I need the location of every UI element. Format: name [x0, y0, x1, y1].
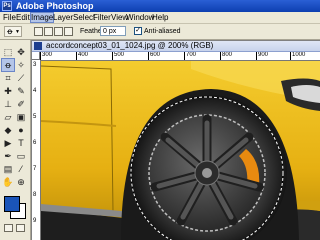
ruler-label: 9 [33, 218, 37, 224]
anti-aliased-label: Anti-aliased [144, 28, 181, 35]
lasso-tool-icon[interactable]: ꝋ [1, 58, 15, 72]
foreground-color-swatch[interactable] [4, 196, 20, 212]
menu-edit[interactable]: Edit [16, 12, 30, 23]
marquee-tool-icon[interactable]: ⬚ [2, 46, 14, 58]
menu-bar: File Edit Image Layer Select Filter View… [0, 12, 320, 24]
menu-window[interactable]: Window [126, 12, 154, 23]
eraser-tool-icon[interactable]: ▱ [2, 111, 14, 123]
options-bar: ꝋ ▼ Feather: 0 px ✓ Anti-aliased [0, 24, 320, 40]
healing-brush-tool-icon[interactable]: ✚ [2, 85, 14, 97]
vertical-ruler[interactable]: 3 4 5 6 7 8 9 [32, 60, 41, 240]
hand-tool-icon[interactable]: ✋ [2, 176, 14, 188]
feather-input[interactable]: 0 px [100, 26, 126, 36]
intersect-selection-button[interactable] [64, 27, 73, 36]
app-title: Adobe Photoshop [16, 1, 94, 11]
ruler-label: 1000 [292, 52, 306, 58]
notes-tool-icon[interactable]: ▤ [2, 163, 14, 175]
ruler-label: 600 [150, 52, 161, 58]
window-titlebar: Ps Adobe Photoshop [0, 0, 320, 12]
document-title: accordconcept03_01_1024.jpg @ 200% (RGB) [46, 41, 214, 50]
ruler-label: 8 [33, 192, 37, 198]
slice-tool-icon[interactable]: ⟋ [15, 72, 27, 84]
type-tool-icon[interactable]: T [15, 137, 27, 149]
brush-tool-icon[interactable]: ✎ [15, 85, 27, 97]
eyedropper-tool-icon[interactable]: ⁄ [15, 163, 27, 175]
ruler-label: 500 [114, 52, 125, 58]
move-tool-icon[interactable]: ✥ [15, 46, 27, 58]
ruler-label: 700 [186, 52, 197, 58]
chevron-down-icon: ▼ [15, 29, 20, 35]
clone-stamp-tool-icon[interactable]: ⊥ [2, 98, 14, 110]
shape-tool-icon[interactable]: ▭ [15, 150, 27, 162]
document-icon [34, 42, 42, 50]
quick-mask-button[interactable] [16, 224, 25, 232]
blur-tool-icon[interactable]: ◆ [2, 124, 14, 136]
menu-help[interactable]: Help [152, 12, 168, 23]
ruler-origin[interactable] [32, 52, 40, 60]
anti-aliased-checkbox[interactable]: ✓ [134, 27, 142, 35]
horizontal-ruler[interactable]: 300 400 500 600 700 800 900 1000 [40, 52, 320, 61]
toolbox: ⬚ ✥ ꝋ ✧ ⌗ ⟋ ✚ ✎ ⊥ ✐ ▱ ▣ ◆ ● ▶ T ✒ ▭ ▤ ⁄ … [0, 40, 31, 240]
ruler-label: 800 [222, 52, 233, 58]
zoom-tool-icon[interactable]: ⊕ [15, 176, 27, 188]
standard-mode-button[interactable] [4, 224, 13, 232]
ruler-label: 400 [78, 52, 89, 58]
dodge-tool-icon[interactable]: ● [15, 124, 27, 136]
menu-layer[interactable]: Layer [53, 12, 73, 23]
ruler-label: 4 [33, 88, 37, 94]
menu-image[interactable]: Image [30, 12, 55, 23]
lasso-icon: ꝋ [7, 27, 13, 36]
ruler-label: 900 [258, 52, 269, 58]
tool-preset-picker[interactable]: ꝋ ▼ [4, 26, 22, 37]
ruler-label: 300 [42, 52, 53, 58]
menu-select[interactable]: Select [73, 12, 95, 23]
crop-tool-icon[interactable]: ⌗ [2, 72, 14, 84]
add-to-selection-button[interactable] [44, 27, 53, 36]
menu-filter[interactable]: Filter [93, 12, 111, 23]
magic-wand-tool-icon[interactable]: ✧ [15, 59, 27, 71]
car-photo [41, 61, 320, 240]
gradient-tool-icon[interactable]: ▣ [15, 111, 27, 123]
photoshop-icon: Ps [2, 1, 12, 11]
ruler-label: 5 [33, 114, 37, 120]
history-brush-tool-icon[interactable]: ✐ [15, 98, 27, 110]
subtract-from-selection-button[interactable] [54, 27, 63, 36]
ruler-label: 3 [33, 62, 37, 68]
new-selection-button[interactable] [34, 27, 43, 36]
ruler-label: 7 [33, 166, 37, 172]
path-selection-tool-icon[interactable]: ▶ [2, 137, 14, 149]
document-titlebar[interactable]: accordconcept03_01_1024.jpg @ 200% (RGB) [32, 41, 320, 52]
ruler-label: 6 [33, 140, 37, 146]
menu-file[interactable]: File [3, 12, 16, 23]
image-canvas[interactable] [41, 61, 320, 240]
pen-tool-icon[interactable]: ✒ [2, 150, 14, 162]
document-window: accordconcept03_01_1024.jpg @ 200% (RGB)… [32, 41, 320, 240]
